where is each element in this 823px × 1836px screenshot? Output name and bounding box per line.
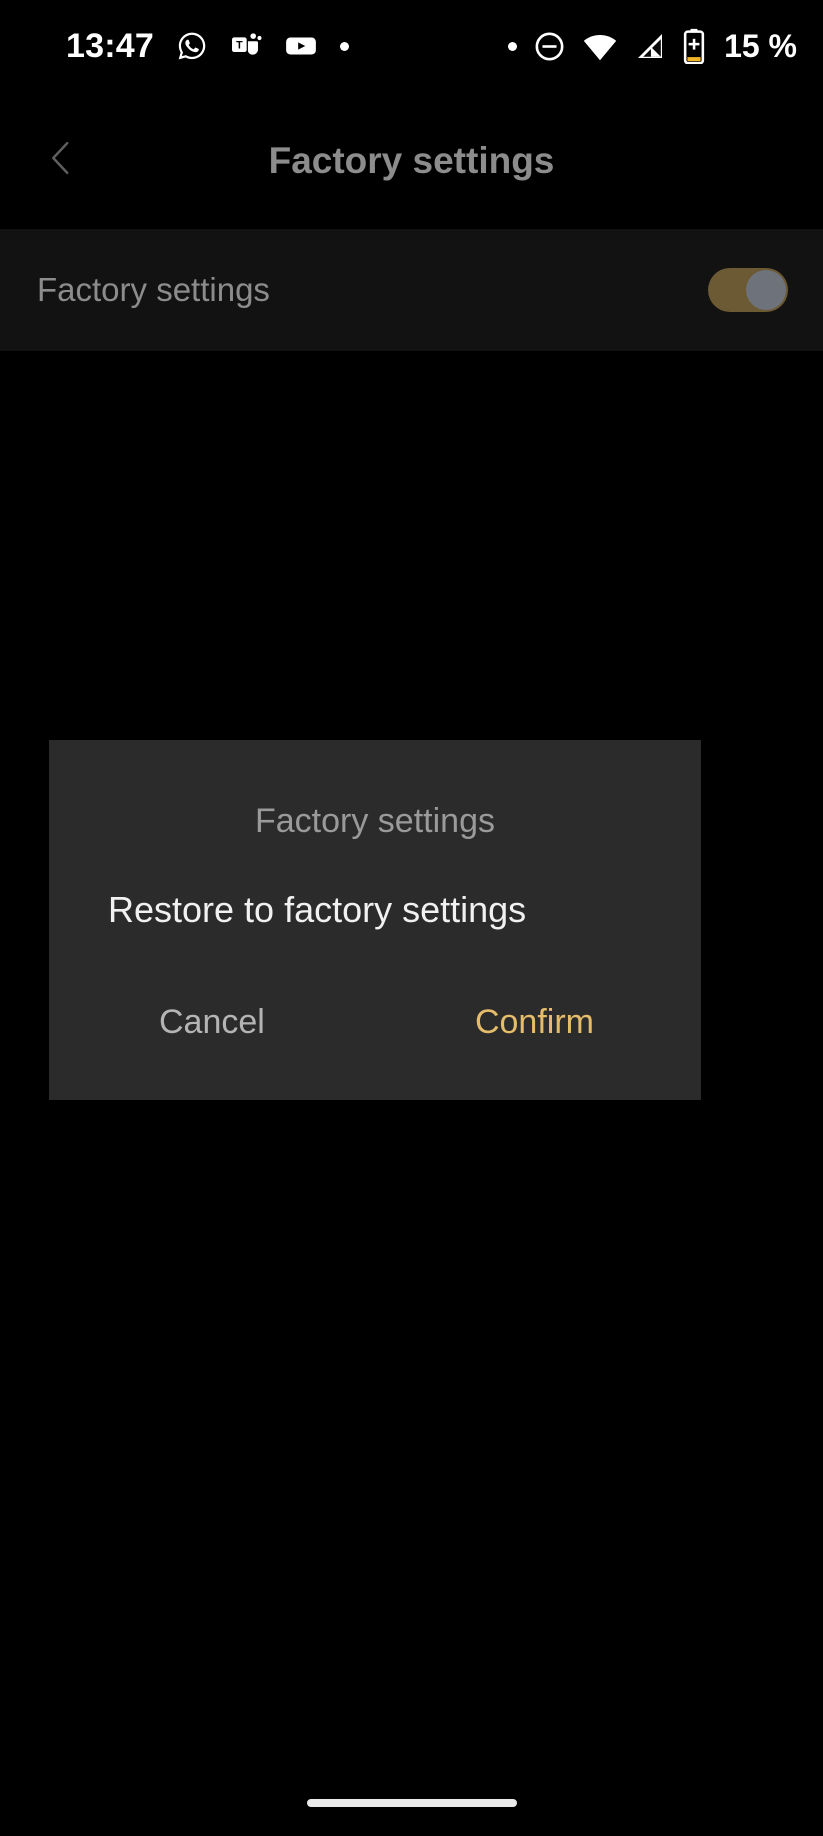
- setting-row-factory-settings[interactable]: Factory settings: [0, 229, 823, 351]
- factory-settings-dialog: Factory settings Restore to factory sett…: [49, 740, 701, 1100]
- youtube-icon: [284, 29, 318, 63]
- page-title: Factory settings: [268, 139, 555, 181]
- dialog-title: Factory settings: [255, 802, 495, 840]
- dialog-message: Restore to factory settings: [108, 889, 527, 930]
- battery-percentage: 15 %: [724, 27, 797, 64]
- cellular-signal-icon: [634, 30, 666, 62]
- status-bar: 13:47 T 15 %: [0, 0, 823, 92]
- setting-row-label: Factory settings: [37, 271, 270, 308]
- microsoft-teams-icon: T: [230, 30, 262, 62]
- status-bar-clock: 13:47: [66, 26, 154, 65]
- confirm-button[interactable]: Confirm: [471, 997, 598, 1048]
- phone-screen: 13:47 T 15 % Factory settings Factory se…: [0, 0, 823, 1836]
- battery-charging-icon: [682, 28, 706, 64]
- cancel-button[interactable]: Cancel: [155, 997, 269, 1048]
- factory-settings-toggle[interactable]: [708, 268, 788, 312]
- svg-text:T: T: [236, 39, 243, 51]
- navigation-bar: [0, 1760, 823, 1836]
- chevron-left-icon: [41, 137, 83, 184]
- back-button[interactable]: [34, 133, 90, 189]
- notification-dot-icon: [508, 41, 518, 51]
- dialog-action-bar: Cancel Confirm: [49, 997, 701, 1100]
- home-gesture-bar[interactable]: [306, 1799, 517, 1807]
- app-bar: Factory settings: [0, 92, 823, 229]
- status-bar-right: 15 %: [508, 28, 797, 65]
- whatsapp-icon: [176, 30, 208, 62]
- do-not-disturb-icon: [533, 30, 566, 63]
- toggle-knob: [746, 270, 786, 310]
- wifi-icon: [582, 28, 618, 64]
- status-bar-left: 13:47 T: [66, 27, 349, 66]
- notification-dot-icon: [339, 41, 349, 51]
